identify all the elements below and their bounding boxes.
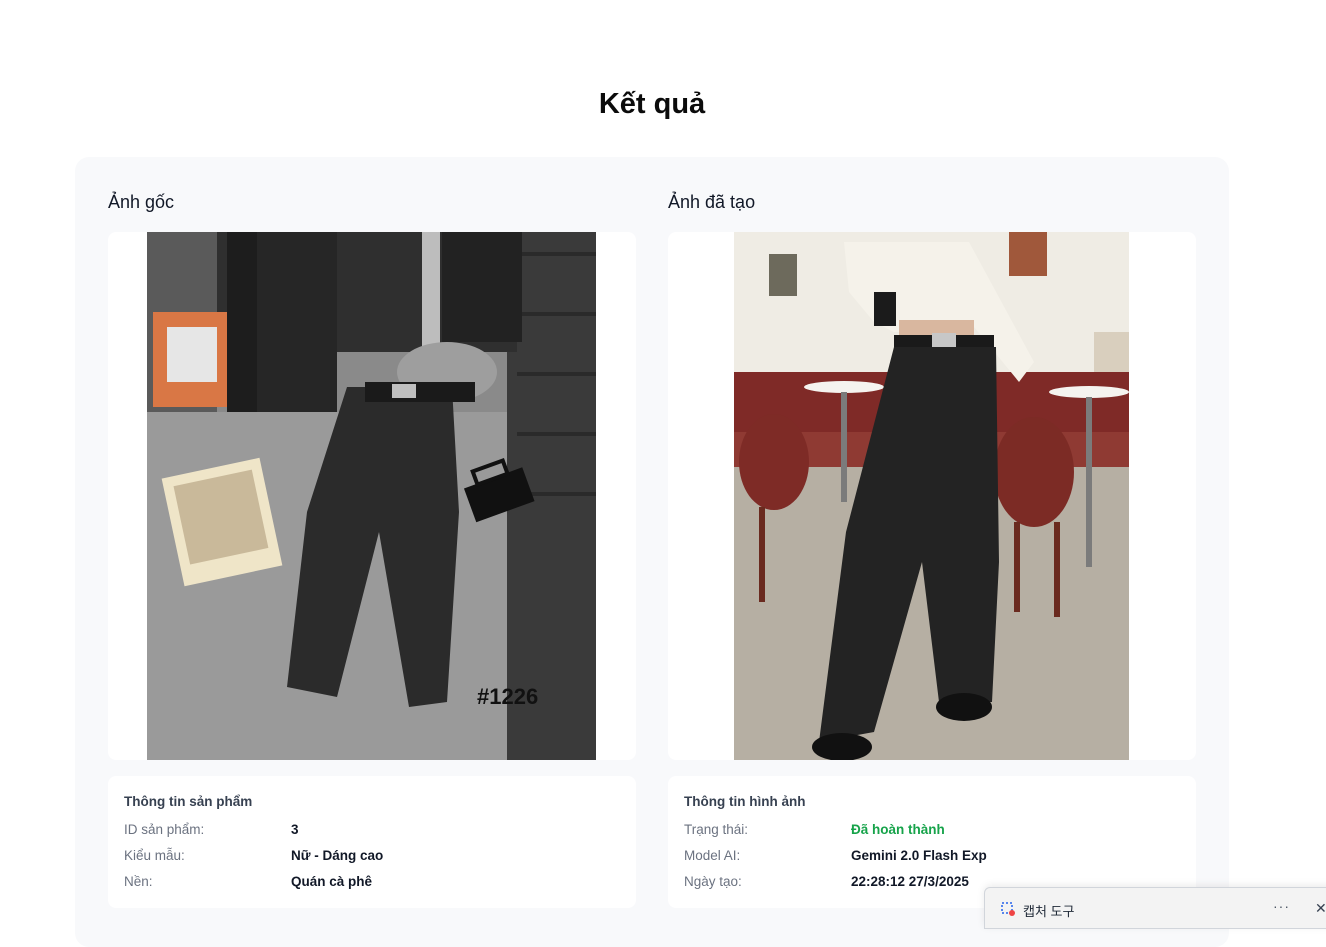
original-image-heading: Ảnh gốc xyxy=(108,192,175,212)
status-value: Đã hoàn thành xyxy=(851,822,945,837)
created-date-value: 22:28:12 27/3/2025 xyxy=(851,874,969,889)
background-value: Quán cà phê xyxy=(291,874,373,889)
product-info-card: Thông tin sản phẩm ID sản phẩm: 3 Kiểu m… xyxy=(108,776,636,908)
product-info-row: Kiểu mẫu: Nữ - Dáng cao xyxy=(124,848,624,868)
original-image-frame: #1226 xyxy=(108,232,636,760)
image-info-title: Thông tin hình ảnh xyxy=(684,794,806,809)
generated-image-frame xyxy=(668,232,1196,760)
product-info-row: Nền: Quán cà phê xyxy=(124,874,624,894)
more-options-icon[interactable]: ··· xyxy=(1273,898,1290,914)
snipping-tool-bar[interactable]: 캡처 도구 ··· ✕ xyxy=(984,887,1326,929)
status-label: Trạng thái: xyxy=(684,822,749,837)
ai-model-label: Model AI: xyxy=(684,848,741,863)
image-label: #1226 xyxy=(477,684,538,709)
product-info-row: ID sản phẩm: 3 xyxy=(124,822,624,842)
page-title: Kết quả xyxy=(598,88,706,120)
generated-image[interactable] xyxy=(734,232,1129,760)
generated-image-heading: Ảnh đã tạo xyxy=(668,192,756,212)
model-type-label: Kiểu mẫu: xyxy=(124,848,185,863)
model-type-value: Nữ - Dáng cao xyxy=(291,848,384,863)
image-info-row: Model AI: Gemini 2.0 Flash Exp xyxy=(684,848,1184,868)
close-icon[interactable]: ✕ xyxy=(1315,900,1326,917)
product-id-value: 3 xyxy=(291,822,299,837)
created-date-label: Ngày tạo: xyxy=(684,874,742,889)
snipping-tool-title: 캡처 도구 xyxy=(1023,904,1075,919)
product-info-title: Thông tin sản phẩm xyxy=(124,794,253,809)
ai-model-value: Gemini 2.0 Flash Exp xyxy=(851,848,987,863)
product-id-label: ID sản phẩm: xyxy=(124,822,205,837)
original-image[interactable]: #1226 xyxy=(147,232,596,760)
background-label: Nền: xyxy=(124,874,153,889)
image-info-row: Trạng thái: Đã hoàn thành xyxy=(684,822,1184,842)
snipping-tool-icon xyxy=(1001,902,1015,916)
